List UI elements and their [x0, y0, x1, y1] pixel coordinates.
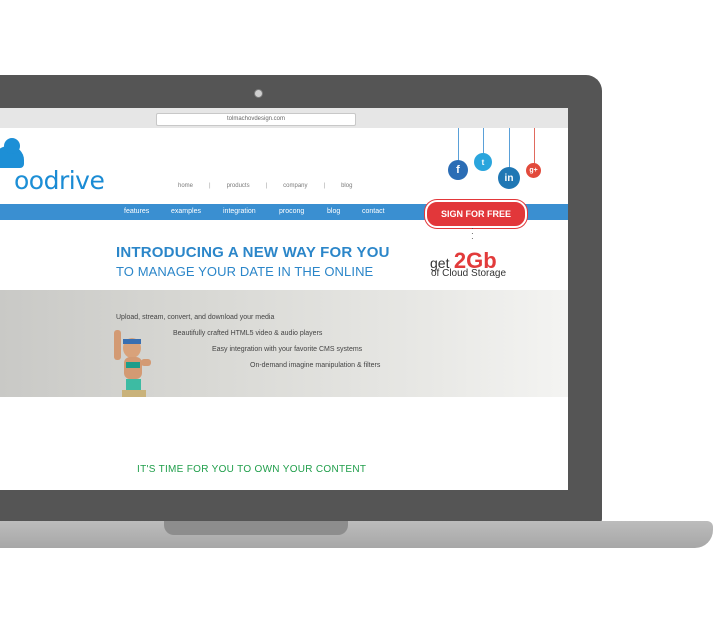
address-bar[interactable]: tolmachovdesign.com — [156, 113, 356, 126]
topnav-company[interactable]: company — [277, 183, 313, 189]
string — [458, 128, 459, 162]
camera-icon — [254, 89, 263, 98]
feature-3: Easy integration with your favorite CMS … — [212, 346, 363, 353]
laptop-base — [0, 521, 713, 548]
hero-subheadline: TO MANAGE YOUR DATE IN THE ONLINE — [116, 264, 374, 279]
topnav-separator: | — [265, 183, 268, 189]
topnav-separator: | — [209, 183, 211, 189]
linkedin-icon[interactable]: in — [498, 167, 520, 189]
facebook-icon[interactable]: f — [448, 160, 468, 180]
topnav-products[interactable]: products — [221, 183, 256, 189]
offer-suffix: of Cloud Storage — [431, 268, 507, 279]
string — [533, 128, 535, 164]
string — [509, 128, 510, 168]
nav-features[interactable]: features — [124, 208, 149, 215]
nav-integration[interactable]: integration — [223, 208, 256, 215]
logo-word: drive — [43, 166, 105, 195]
topnav-home[interactable]: home — [172, 183, 199, 189]
hero-headline: INTRODUCING A NEW WAY FOR YOU — [116, 244, 390, 261]
nav-examples[interactable]: examples — [171, 208, 201, 215]
dotted-divider: · · · — [471, 224, 474, 243]
feature-2: Beautifully crafted HTML5 video & audio … — [173, 330, 323, 337]
hero-banner: Upload, stream, convert, and download yo… — [0, 290, 568, 397]
topnav-separator: | — [323, 183, 326, 189]
feature-1: Upload, stream, convert, and download yo… — [116, 314, 275, 321]
google-plus-icon[interactable]: g+ — [526, 163, 541, 178]
action-figure-image — [114, 330, 151, 397]
logo-prefix: oo — [14, 166, 44, 195]
browser-bar: tolmachovdesign.com — [0, 108, 568, 128]
nav-contact[interactable]: contact — [362, 208, 385, 215]
top-nav: home | products | company | blog — [172, 183, 358, 189]
nav-procong[interactable]: procong — [279, 208, 304, 215]
tagline: IT'S TIME FOR YOU TO OWN YOUR CONTENT — [137, 464, 367, 475]
string — [483, 128, 484, 154]
cloud-logo-icon — [0, 138, 24, 168]
laptop-hinge — [164, 521, 348, 535]
sign-up-button[interactable]: SIGN FOR FREE — [425, 200, 527, 228]
feature-4: On-demand imagine manipulation & filters — [250, 362, 381, 369]
topnav-blog[interactable]: blog — [335, 183, 358, 189]
nav-blog[interactable]: blog — [327, 208, 340, 215]
screen: tolmachovdesign.com oodrive home | produ… — [0, 108, 568, 490]
twitter-icon[interactable]: t — [474, 153, 492, 171]
